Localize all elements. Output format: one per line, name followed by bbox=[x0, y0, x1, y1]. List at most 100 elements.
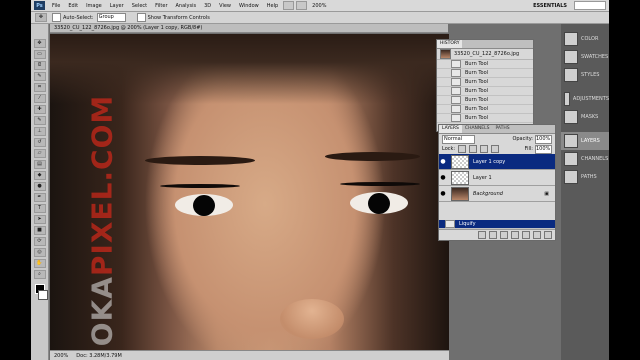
menu-layer[interactable]: Layer bbox=[106, 3, 128, 9]
gradient-tool-icon[interactable]: ▤ bbox=[33, 160, 46, 169]
move-tool-preset-icon[interactable]: ✥ bbox=[35, 13, 47, 22]
layer-thumbnail bbox=[451, 154, 469, 169]
add-mask-icon[interactable] bbox=[500, 230, 508, 239]
blend-mode-dropdown[interactable]: Normal bbox=[442, 134, 475, 144]
opacity-input[interactable]: 100% bbox=[535, 134, 552, 144]
mini-bridge-button[interactable] bbox=[296, 1, 308, 10]
auto-select-label: Auto-Select: bbox=[63, 14, 94, 21]
visibility-eye-icon[interactable]: ● bbox=[439, 174, 447, 181]
zoom-tool-icon[interactable]: ⌕ bbox=[33, 270, 46, 279]
adjustment-layer-icon[interactable] bbox=[511, 230, 519, 239]
type-tool-icon[interactable]: T bbox=[33, 204, 46, 213]
crop-tool-icon[interactable]: ⌗ bbox=[33, 83, 46, 92]
history-step[interactable]: Burn Tool bbox=[437, 105, 533, 114]
history-step-label: Burn Tool bbox=[465, 106, 489, 112]
shape-tool-icon[interactable]: ■ bbox=[33, 226, 46, 235]
history-step-label: Burn Tool bbox=[465, 79, 489, 85]
dock-item-swatches[interactable]: SWATCHES bbox=[561, 48, 609, 66]
eyedropper-tool-icon[interactable]: ⁄ bbox=[33, 94, 46, 103]
tab-channels[interactable]: CHANNELS bbox=[462, 125, 493, 133]
quick-select-tool-icon[interactable]: ✎ bbox=[33, 72, 46, 81]
menu-analysis[interactable]: Analysis bbox=[172, 3, 201, 9]
dock-item-channels[interactable]: CHANNELS bbox=[561, 150, 609, 168]
menu-file[interactable]: File bbox=[48, 3, 64, 9]
zoom-level[interactable]: 200% bbox=[308, 3, 330, 9]
dock-item-paths[interactable]: PATHS bbox=[561, 168, 609, 186]
3d-rotate-tool-icon[interactable]: ⟳ bbox=[33, 237, 46, 246]
history-step[interactable]: Burn Tool bbox=[437, 96, 533, 105]
dodge-tool-icon[interactable]: ● bbox=[33, 182, 46, 191]
dock-item-masks[interactable]: MASKS bbox=[561, 108, 609, 126]
move-tool-icon[interactable]: ✥ bbox=[33, 39, 46, 48]
menu-help[interactable]: Help bbox=[263, 3, 282, 9]
new-group-icon[interactable] bbox=[522, 230, 530, 239]
history-snapshot[interactable]: 33520_CU_122_8726o.jpg bbox=[437, 49, 533, 60]
hand-tool-icon[interactable]: ✋ bbox=[33, 259, 46, 268]
status-zoom[interactable]: 200% bbox=[50, 353, 72, 359]
menu-image[interactable]: Image bbox=[82, 3, 106, 9]
dock-item-color[interactable]: COLOR bbox=[561, 30, 609, 48]
layer-blend-row: Normal Opacity: 100% bbox=[439, 134, 555, 144]
lock-position-icon[interactable] bbox=[480, 145, 489, 153]
menu-window[interactable]: Window bbox=[235, 3, 263, 9]
eraser-tool-icon[interactable]: ▱ bbox=[33, 149, 46, 158]
background-color-swatch[interactable] bbox=[37, 290, 48, 300]
lasso-tool-icon[interactable]: ᘓ bbox=[33, 61, 46, 70]
dock-item-label: MASKS bbox=[581, 114, 599, 120]
help-search-input[interactable] bbox=[574, 1, 606, 10]
menu-edit[interactable]: Edit bbox=[64, 3, 82, 9]
path-select-tool-icon[interactable]: ➤ bbox=[33, 215, 46, 224]
layer-lock-row: Lock: Fill: 100% bbox=[439, 144, 555, 154]
history-step[interactable]: Burn Tool bbox=[437, 114, 533, 123]
menu-select[interactable]: Select bbox=[128, 3, 151, 9]
blur-tool-icon[interactable]: ◆ bbox=[33, 171, 46, 180]
history-step-liquify[interactable]: Liquify bbox=[439, 220, 555, 229]
lock-all-icon[interactable] bbox=[491, 145, 500, 153]
history-step[interactable]: Burn Tool bbox=[437, 69, 533, 78]
document-tab[interactable]: 33520_CU_122_8726o.jpg @ 200% (Layer 1 c… bbox=[50, 24, 448, 33]
lock-transparency-icon[interactable] bbox=[458, 145, 467, 153]
opacity-label: Opacity: bbox=[512, 136, 533, 142]
visibility-eye-icon[interactable]: ● bbox=[439, 190, 447, 197]
menu-view[interactable]: View bbox=[215, 3, 235, 9]
workspace-switcher[interactable]: ESSENTIALS bbox=[529, 3, 571, 9]
bridge-button[interactable] bbox=[283, 1, 295, 10]
marquee-tool-icon[interactable]: ▭ bbox=[33, 50, 46, 59]
snapshot-thumbnail bbox=[440, 49, 451, 59]
layer-row-background[interactable]: ● Background ▣ bbox=[439, 186, 555, 202]
left-eyebrow bbox=[145, 156, 255, 165]
auto-select-checkbox[interactable] bbox=[52, 13, 61, 22]
pen-tool-icon[interactable]: ✒ bbox=[33, 193, 46, 202]
visibility-eye-icon[interactable]: ● bbox=[439, 158, 447, 165]
layer-style-icon[interactable] bbox=[489, 230, 497, 239]
menu-filter[interactable]: Filter bbox=[151, 3, 171, 9]
layer-row-layer-1-copy[interactable]: ● Layer 1 copy bbox=[439, 154, 555, 170]
trash-icon[interactable] bbox=[544, 230, 552, 239]
history-step[interactable]: Burn Tool bbox=[437, 87, 533, 96]
tab-layers[interactable]: LAYERS bbox=[439, 125, 462, 133]
snapshot-label: 33520_CU_122_8726o.jpg bbox=[454, 51, 520, 57]
fill-input[interactable]: 100% bbox=[535, 144, 552, 154]
document-canvas[interactable]: OKAPIXEL.COM bbox=[50, 34, 449, 350]
history-step[interactable]: Burn Tool bbox=[437, 78, 533, 87]
layer-row-layer-1[interactable]: ● Layer 1 bbox=[439, 170, 555, 186]
dock-item-layers[interactable]: LAYERS bbox=[561, 132, 609, 150]
tab-history[interactable]: HISTORY bbox=[437, 40, 463, 48]
clone-stamp-tool-icon[interactable]: ⊥ bbox=[33, 127, 46, 136]
healing-brush-tool-icon[interactable]: ✚ bbox=[33, 105, 46, 114]
link-layers-icon[interactable] bbox=[478, 230, 486, 239]
3d-orbit-tool-icon[interactable]: ◎ bbox=[33, 248, 46, 257]
auto-select-dropdown[interactable]: Group bbox=[96, 13, 126, 22]
show-transform-checkbox[interactable] bbox=[136, 13, 146, 22]
brush-tool-icon[interactable]: ✎ bbox=[33, 116, 46, 125]
layers-panel-footer bbox=[439, 229, 555, 239]
new-layer-icon[interactable] bbox=[533, 230, 541, 239]
menu-3d[interactable]: 3D bbox=[200, 3, 215, 9]
history-brush-tool-icon[interactable]: ↺ bbox=[33, 138, 46, 147]
lock-pixels-icon[interactable] bbox=[469, 145, 478, 153]
tab-paths[interactable]: PATHS bbox=[492, 125, 512, 133]
history-step[interactable]: Burn Tool bbox=[437, 60, 533, 69]
dock-item-adjustments[interactable]: ADJUSTMENTS bbox=[561, 90, 609, 108]
dock-item-label: PATHS bbox=[581, 174, 597, 180]
dock-item-styles[interactable]: STYLES bbox=[561, 66, 609, 84]
